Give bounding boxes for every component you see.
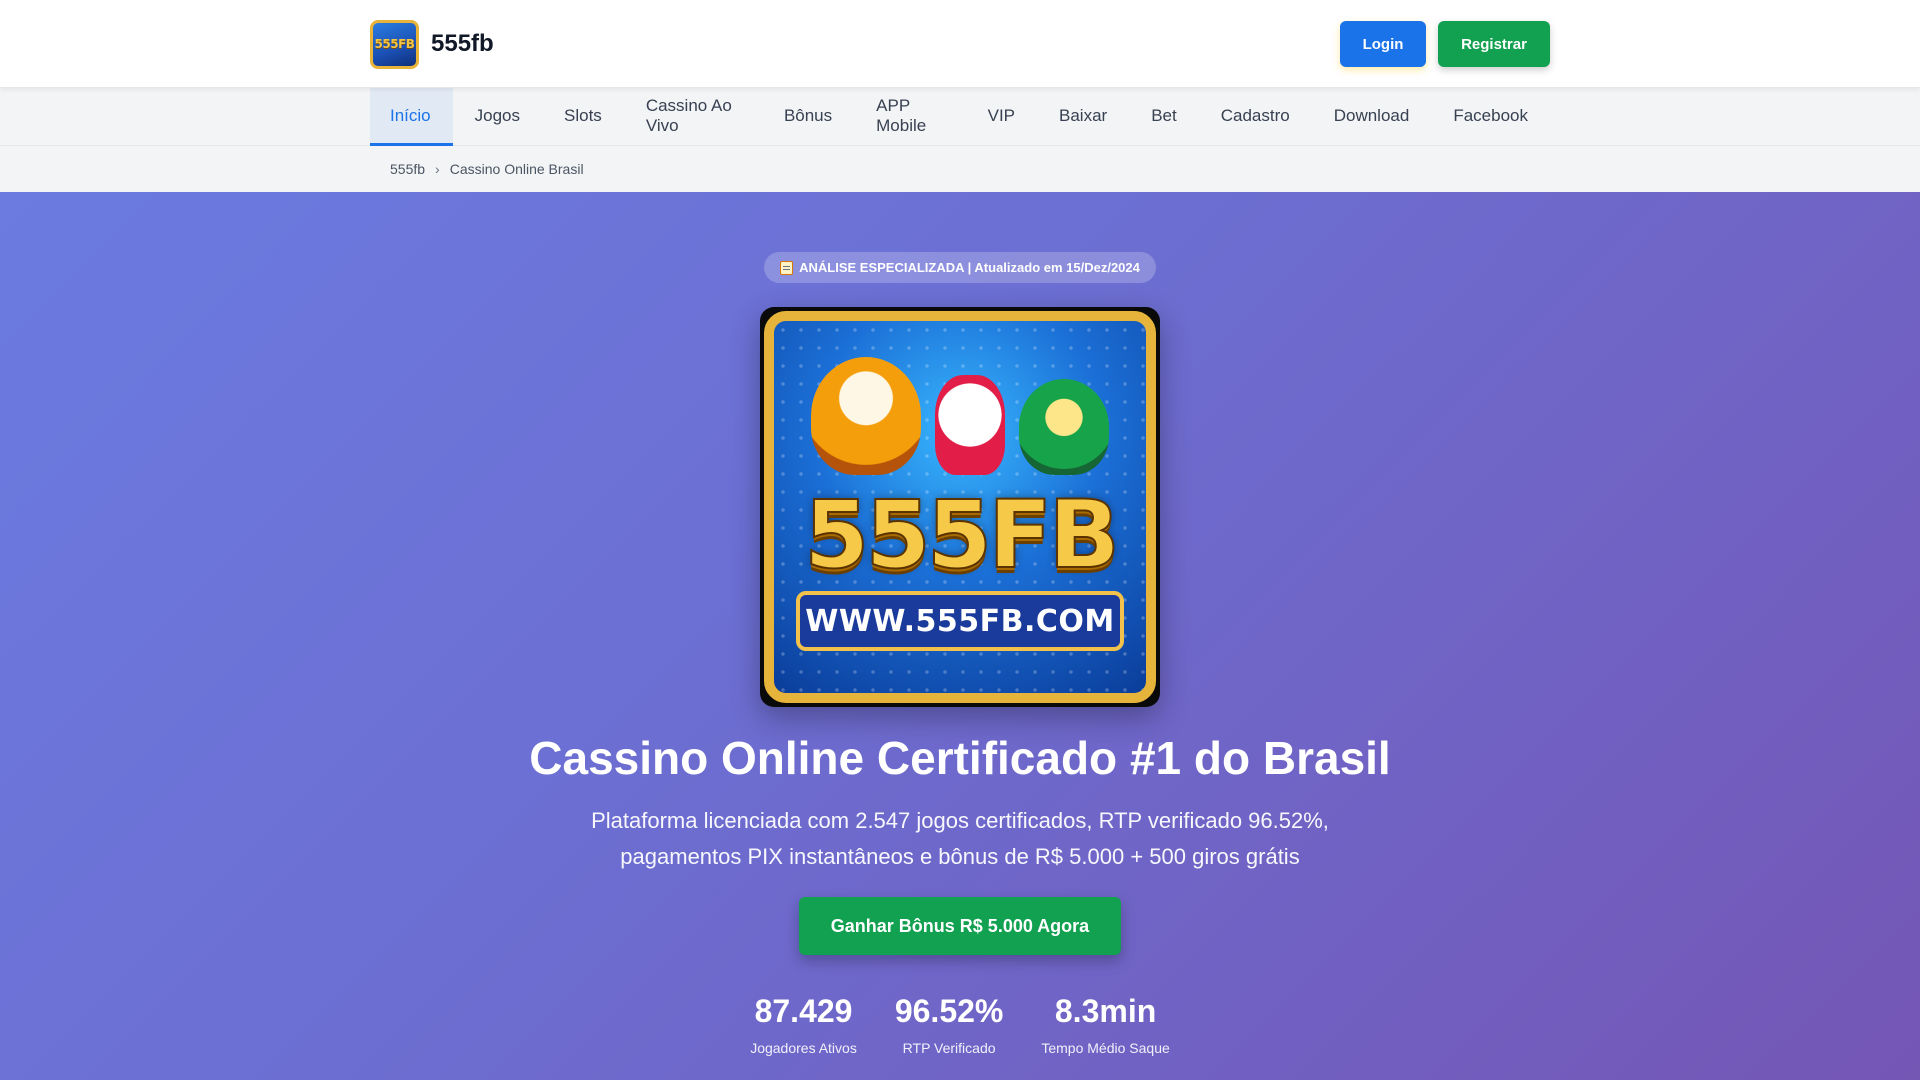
- stat-withdraw-time: 8.3min Tempo Médio Saque: [1041, 993, 1169, 1056]
- register-button[interactable]: Registrar: [1438, 21, 1550, 67]
- main-nav: Início Jogos Slots Cassino Ao Vivo Bônus…: [0, 88, 1920, 146]
- stats-row: 87.429 Jogadores Ativos 96.52% RTP Verif…: [0, 993, 1920, 1056]
- breadcrumb-current: Cassino Online Brasil: [449, 161, 584, 177]
- tiger-mascot: [811, 357, 921, 475]
- breadcrumb-home-link[interactable]: 555fb: [390, 161, 425, 177]
- nav-item-cassino-ao-vivo[interactable]: Cassino Ao Vivo: [624, 88, 762, 146]
- nav-item-facebook[interactable]: Facebook: [1431, 88, 1550, 146]
- nav-item-slots[interactable]: Slots: [542, 88, 624, 146]
- nav-item-download[interactable]: Download: [1312, 88, 1432, 146]
- nav-item-bonus[interactable]: Bônus: [762, 88, 854, 146]
- hero-section: ANÁLISE ESPECIALIZADA | Atualizado em 15…: [0, 192, 1920, 1080]
- stat-value: 8.3min: [1054, 993, 1157, 1029]
- brand[interactable]: 555FB 555fb: [370, 19, 494, 69]
- hero-logo-url: WWW.555FB.COM: [796, 591, 1124, 651]
- stat-active-players: 87.429 Jogadores Ativos: [750, 993, 857, 1056]
- breadcrumb-separator: ›: [435, 161, 440, 177]
- brand-name[interactable]: 555fb: [431, 30, 494, 58]
- claim-bonus-button[interactable]: Ganhar Bônus R$ 5.000 Agora: [798, 897, 1122, 955]
- nav-item-cadastro[interactable]: Cadastro: [1199, 88, 1312, 146]
- nav-item-jogos[interactable]: Jogos: [453, 88, 542, 146]
- rabbit-mascot: [935, 375, 1005, 475]
- memo-icon: [780, 260, 794, 275]
- hero-logo-image: 555FB WWW.555FB.COM: [760, 307, 1160, 707]
- brand-logo[interactable]: 555FB: [370, 19, 419, 69]
- brand-logo-text: 555FB: [374, 37, 415, 51]
- stat-label: Jogadores Ativos: [750, 1040, 857, 1056]
- update-badge: ANÁLISE ESPECIALIZADA | Atualizado em 15…: [764, 252, 1156, 283]
- page-title: Cassino Online Certificado #1 do Brasil: [529, 732, 1391, 784]
- breadcrumb: 555fb › Cassino Online Brasil: [0, 146, 1920, 192]
- login-button[interactable]: Login: [1340, 21, 1426, 67]
- nav-item-vip[interactable]: VIP: [966, 88, 1037, 146]
- stat-label: Tempo Médio Saque: [1041, 1040, 1170, 1056]
- nav-item-baixar[interactable]: Baixar: [1037, 88, 1129, 146]
- hero-logo-wordmark: 555FB: [803, 480, 1121, 591]
- auth-buttons: Login Registrar: [1340, 21, 1550, 67]
- mascots-illustration: [774, 345, 1146, 475]
- nav-item-inicio[interactable]: Início: [370, 88, 453, 146]
- nav-item-app-mobile[interactable]: APP Mobile: [854, 88, 965, 146]
- nav-item-bet[interactable]: Bet: [1129, 88, 1199, 146]
- site-header: 555FB 555fb Login Registrar: [0, 0, 1920, 88]
- stat-value: 87.429: [754, 993, 853, 1029]
- dragon-mascot: [1019, 379, 1109, 475]
- stat-rtp: 96.52% RTP Verificado: [895, 993, 1004, 1056]
- hero-logo-artwork: 555FB WWW.555FB.COM: [764, 311, 1156, 703]
- stat-label: RTP Verificado: [902, 1040, 996, 1056]
- badge-text: ANÁLISE ESPECIALIZADA | Atualizado em 15…: [799, 260, 1140, 275]
- stat-value: 96.52%: [894, 993, 1004, 1029]
- hero-subtitle: Plataforma licenciada com 2.547 jogos ce…: [591, 808, 1329, 869]
